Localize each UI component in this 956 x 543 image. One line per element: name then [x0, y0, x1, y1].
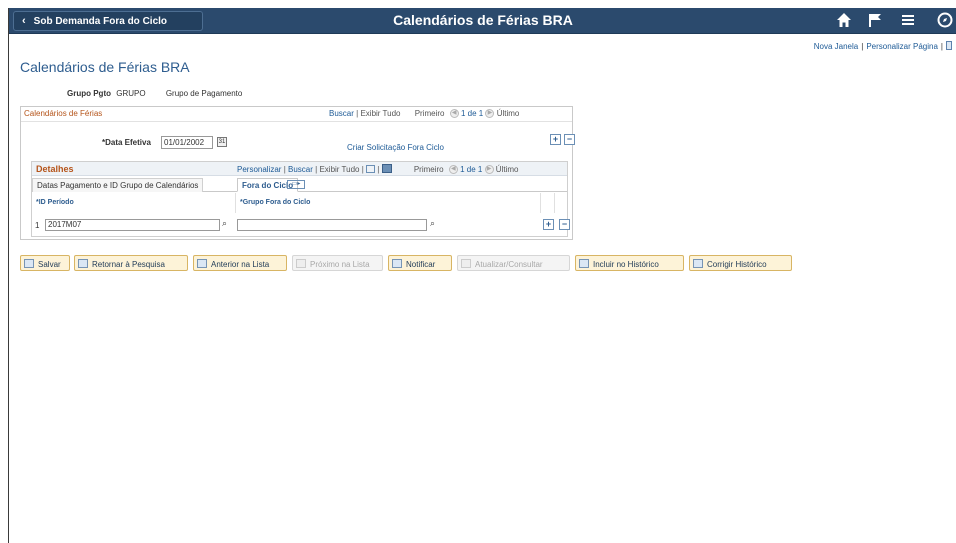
row-delete-button[interactable]: − — [559, 219, 570, 230]
delete-row-button[interactable]: − — [564, 134, 575, 145]
calendar-panel-title: Calendários de Férias — [24, 109, 103, 118]
column-off-cycle-group: *Grupo Fora do Ciclo — [236, 193, 541, 213]
top-banner: ‹ Sob Demanda Fora do Ciclo Calendários … — [9, 8, 956, 34]
previous-in-list-button[interactable]: Anterior na Lista — [193, 255, 287, 271]
effective-date-label: *Data Efetiva — [102, 138, 151, 147]
details-previous-icon: ◀ — [448, 165, 458, 175]
column-add — [541, 193, 555, 213]
menu-icon[interactable] — [900, 12, 916, 33]
details-tabs: Datas Pagamento e ID Grupo de Calendário… — [32, 177, 567, 192]
last-link: Último — [496, 109, 520, 118]
off-cycle-group-input[interactable] — [237, 219, 427, 231]
row-number: 1 — [35, 221, 40, 230]
period-id-input[interactable]: 2017M07 — [45, 219, 220, 231]
tab-pay-dates[interactable]: Datas Pagamento e ID Grupo de Calendário… — [32, 178, 204, 192]
effective-date-input[interactable]: 01/01/2002 — [161, 136, 213, 149]
find-link[interactable]: Buscar — [329, 109, 354, 118]
first-link: Primeiro — [414, 109, 445, 118]
details-view-all-link[interactable]: Exibir Tudo — [319, 165, 359, 174]
new-window-link[interactable]: Nova Janela — [814, 42, 858, 51]
previous-list-icon — [197, 259, 207, 268]
include-history-button[interactable]: Incluir no Histórico — [575, 255, 684, 271]
page-links: Nova Janela | Personalizar Página | — [814, 41, 952, 51]
view-all-link[interactable]: Exibir Tudo — [360, 109, 400, 118]
page-icon[interactable] — [946, 41, 952, 50]
return-icon — [78, 259, 88, 268]
details-next-icon: ▶ — [484, 165, 494, 175]
details-last-link: Último — [495, 165, 519, 174]
details-find-link[interactable]: Buscar — [288, 165, 313, 174]
page-count: 1 de 1 — [460, 109, 484, 118]
navigator-icon[interactable] — [937, 12, 953, 33]
show-all-columns-icon[interactable]: ▭▸ — [287, 180, 305, 189]
details-header: Detalhes Personalizar | Buscar | Exibir … — [32, 162, 567, 176]
next-list-icon — [296, 259, 306, 268]
pay-group-value: GRUPO — [116, 89, 146, 98]
return-to-search-button[interactable]: Retornar à Pesquisa — [74, 255, 188, 271]
pay-group-label: Grupo Pgto — [67, 89, 111, 98]
correct-icon — [693, 259, 703, 268]
pay-group-description: Grupo de Pagamento — [165, 89, 243, 98]
add-row-button[interactable]: + — [550, 134, 561, 145]
column-period-id: *ID Período — [32, 193, 236, 213]
history-icon — [579, 259, 589, 268]
group-lookup-icon[interactable]: ⌕ — [430, 218, 435, 229]
save-icon — [24, 259, 34, 268]
details-nav: Personalizar | Buscar | Exibir Tudo | | … — [237, 164, 519, 175]
update-icon — [461, 259, 471, 268]
personalize-page-link[interactable]: Personalizar Página — [866, 42, 938, 51]
update-display-button[interactable]: Atualizar/Consultar — [457, 255, 570, 271]
calendar-panel-header: Calendários de Férias Buscar | Exibir Tu… — [21, 107, 572, 122]
details-first-link: Primeiro — [413, 165, 444, 174]
app-title: Calendários de Férias BRA — [393, 12, 573, 28]
notify-icon — [392, 259, 402, 268]
download-grid-icon[interactable] — [381, 164, 392, 173]
create-request-link[interactable]: Criar Solicitação Fora Ciclo — [347, 143, 444, 152]
period-lookup-icon[interactable]: ⌕ — [222, 218, 227, 229]
details-page-count: 1 de 1 — [460, 165, 483, 174]
calendar-panel-nav: Buscar | Exibir Tudo Primeiro ◀ 1 de 1 ▶… — [329, 109, 520, 119]
calendar-icon[interactable]: 31 — [217, 137, 227, 147]
home-icon[interactable] — [836, 12, 852, 33]
save-button[interactable]: Salvar — [20, 255, 70, 271]
details-title: Detalhes — [36, 164, 74, 174]
correct-history-button[interactable]: Corrigir Histórico — [689, 255, 792, 271]
next-in-list-button[interactable]: Próximo na Lista — [292, 255, 383, 271]
next-icon: ▶ — [485, 109, 495, 119]
row-add-button[interactable]: + — [543, 219, 554, 230]
app-frame: ‹ Sob Demanda Fora do Ciclo Calendários … — [8, 8, 956, 543]
notify-button[interactable]: Notificar — [388, 255, 452, 271]
flag-icon[interactable] — [867, 12, 883, 33]
zoom-icon[interactable] — [366, 165, 376, 173]
personalize-link[interactable]: Personalizar — [237, 165, 281, 174]
previous-icon: ◀ — [449, 109, 459, 119]
calendar-panel: Calendários de Férias Buscar | Exibir Tu… — [20, 106, 575, 240]
pay-group-row: Grupo Pgto GRUPO Grupo de Pagamento — [67, 89, 242, 98]
details-grid: Detalhes Personalizar | Buscar | Exibir … — [31, 161, 570, 237]
page-title: Calendários de Férias BRA — [20, 59, 190, 75]
